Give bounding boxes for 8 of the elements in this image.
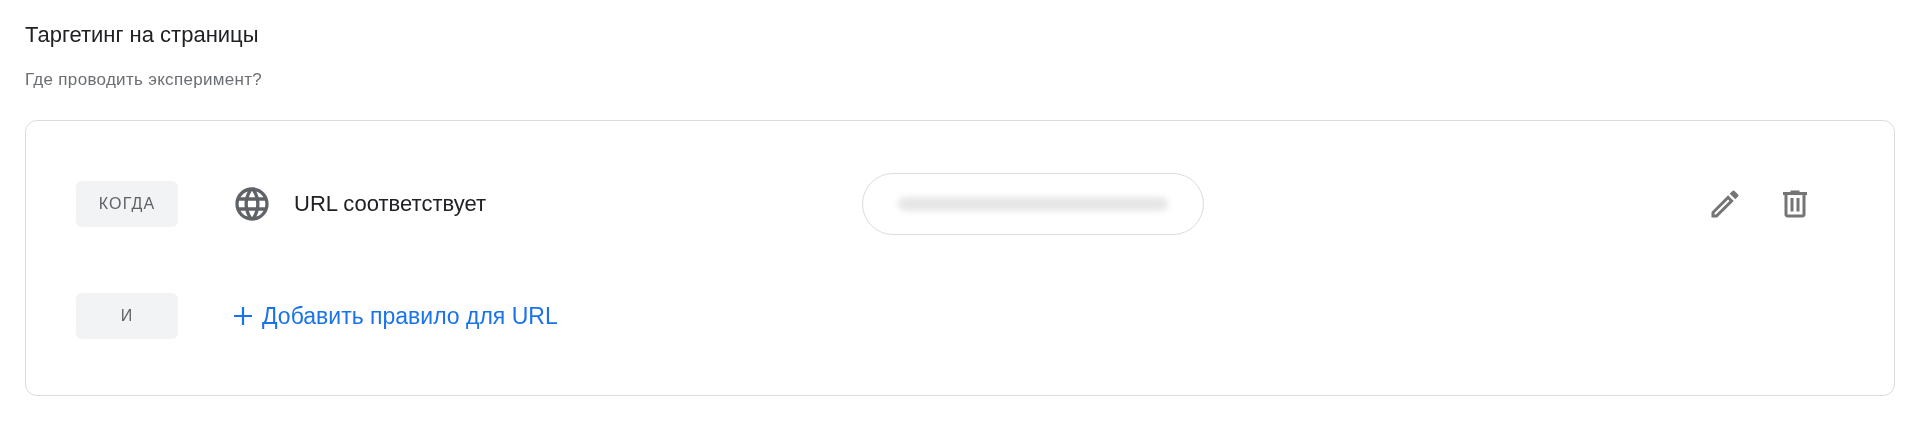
section-subtitle: Где проводить эксперимент? [25,69,262,91]
operator-badge: КОГДА [76,181,178,227]
section-title: Таргетинг на страницы [25,21,259,49]
rule-label: URL соответствует [294,191,486,217]
operator-badge: И [76,293,178,339]
plus-icon [232,305,254,327]
add-rule-link[interactable]: Добавить правило для URL [232,302,558,330]
globe-icon [232,184,272,224]
